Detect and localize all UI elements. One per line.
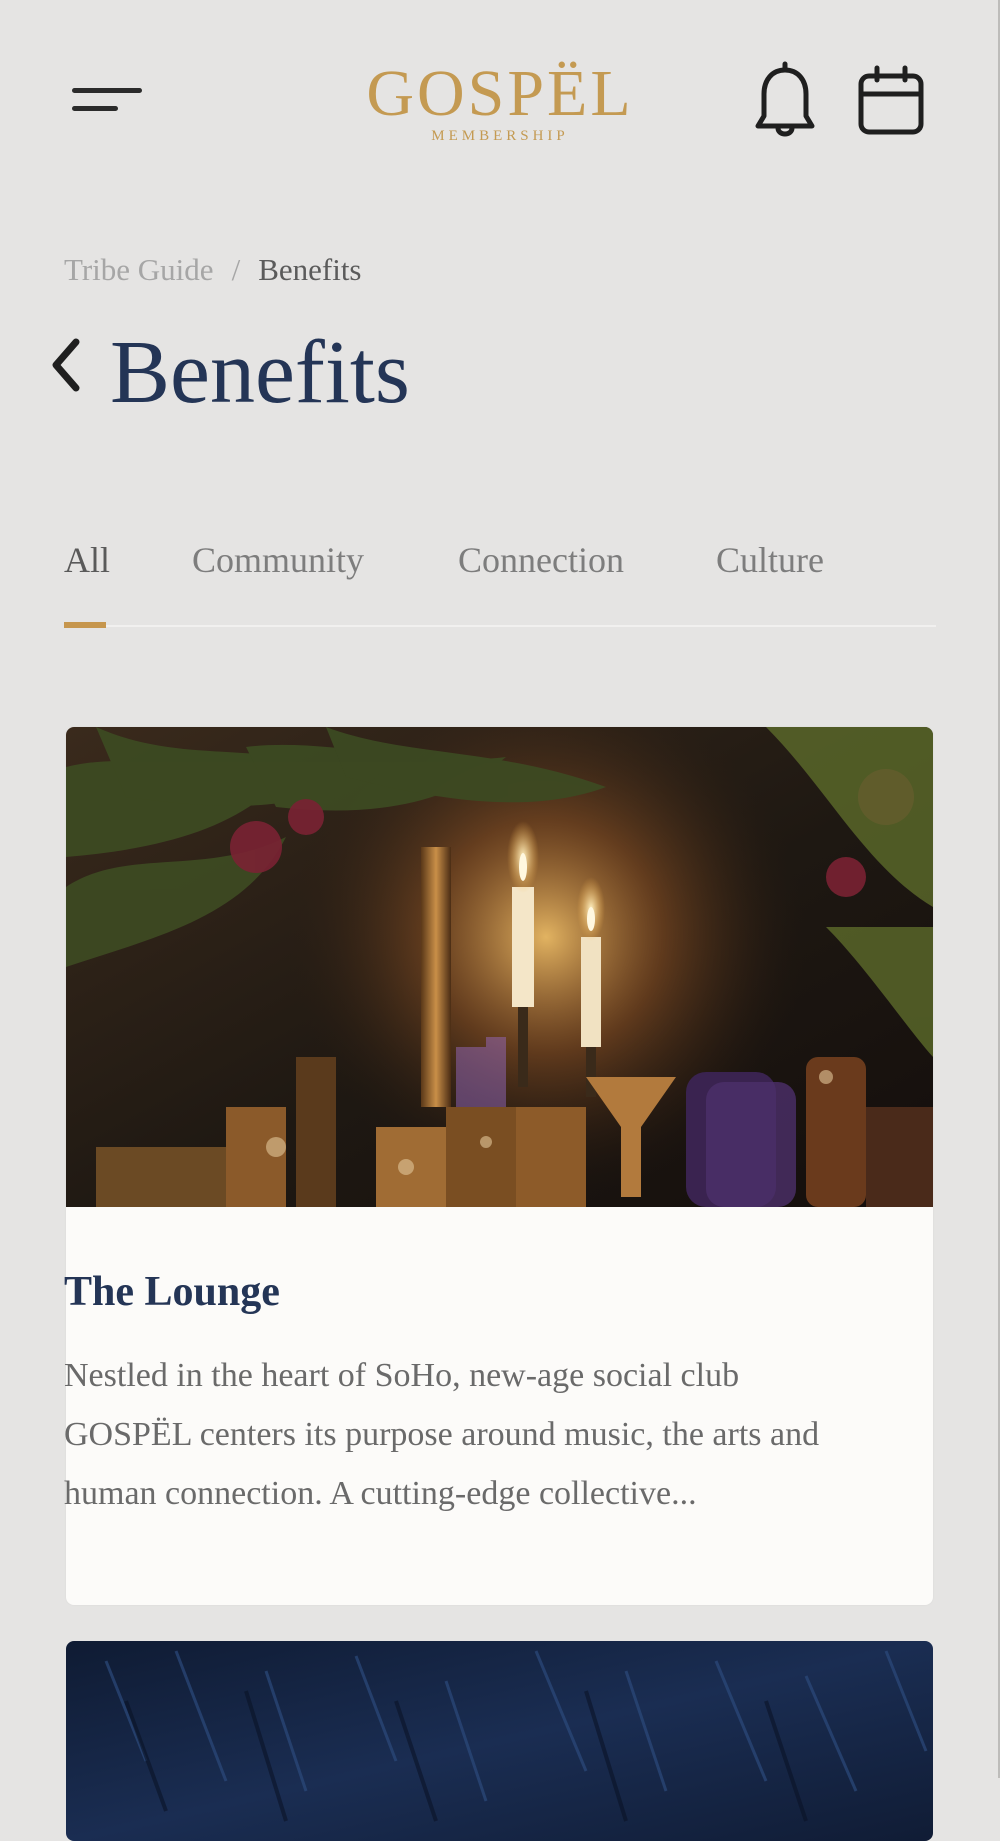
breadcrumb-current: Benefits (258, 252, 362, 287)
tab-community[interactable]: Community (192, 530, 364, 590)
notifications-button[interactable] (752, 60, 818, 142)
card-title: The Lounge (64, 1269, 280, 1315)
header: GOSPËL MEMBERSHIP (0, 0, 1000, 200)
logo-word: GOSPËL (366, 57, 634, 130)
calendar-button[interactable] (855, 60, 927, 140)
card-image (66, 1641, 933, 1841)
menu-button[interactable] (62, 76, 148, 126)
tab-connection[interactable]: Connection (458, 530, 624, 590)
card-description: Nestled in the heart of SoHo, new-age so… (64, 1357, 820, 1512)
category-tabs: All Community Connection Culture (64, 530, 936, 630)
bell-icon (755, 61, 815, 137)
benefit-card-next[interactable] (66, 1641, 933, 1841)
chevron-left-icon (52, 338, 80, 392)
tab-culture[interactable]: Culture (716, 530, 824, 590)
tabs-divider (64, 625, 936, 627)
tab-all[interactable]: All (64, 530, 110, 590)
logo: GOSPËL MEMBERSHIP (340, 56, 660, 156)
breadcrumb-tribe-guide[interactable]: Tribe Guide (64, 252, 214, 287)
calendar-icon (858, 65, 924, 135)
card-image (66, 727, 933, 1207)
app-screen: GOSPËL MEMBERSHIP Tribe Guide / Benefits (0, 0, 1000, 1841)
back-button[interactable] (46, 332, 88, 398)
breadcrumb: Tribe Guide / Benefits (64, 250, 362, 290)
breadcrumb-separator: / (231, 252, 241, 287)
page-title: Benefits (110, 323, 410, 422)
active-tab-indicator (64, 622, 106, 628)
